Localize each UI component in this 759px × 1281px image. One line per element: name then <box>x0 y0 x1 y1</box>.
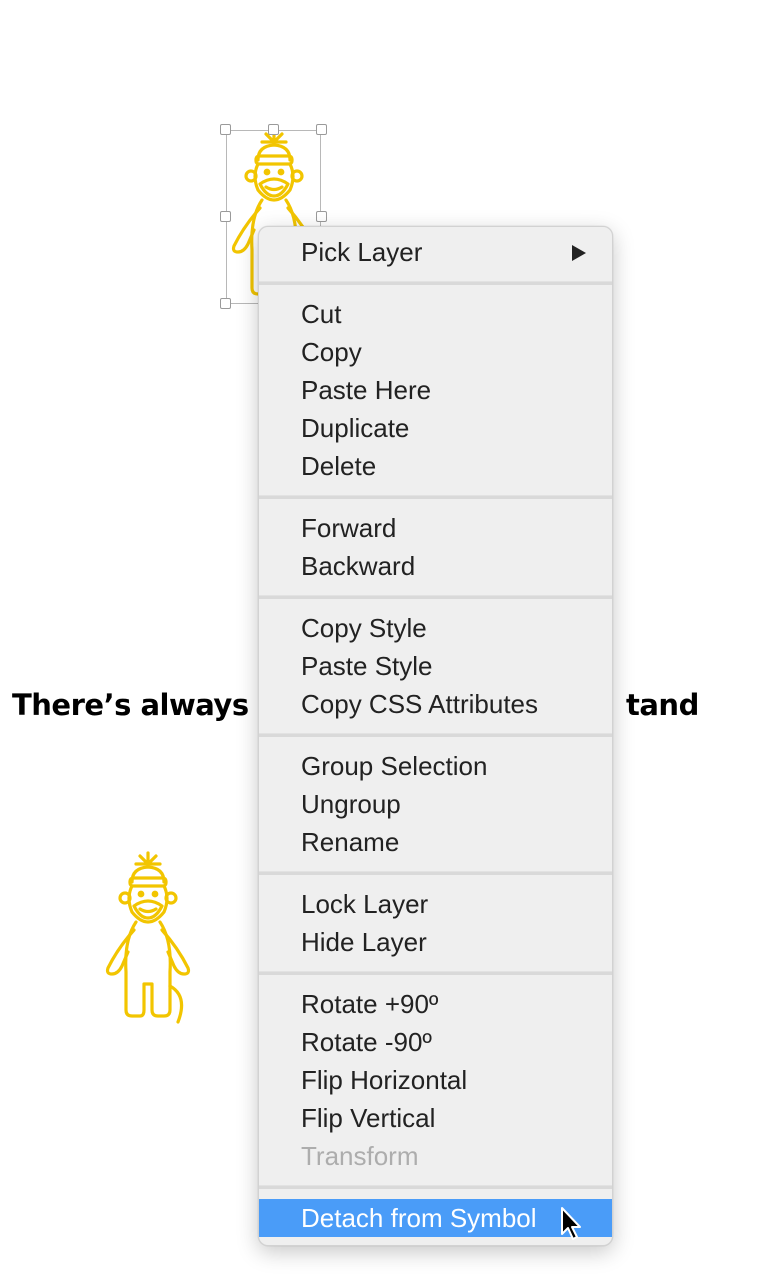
menu-item-backward[interactable]: Backward <box>259 547 612 585</box>
menu-item-group-selection[interactable]: Group Selection <box>259 747 612 785</box>
menu-item-label: Lock Layer <box>301 889 429 919</box>
menu-separator <box>259 495 612 499</box>
menu-item-label: Cut <box>301 299 342 329</box>
menu-separator <box>259 281 612 285</box>
menu-item-label: Ungroup <box>301 789 401 819</box>
menu-item-label: Rotate -90º <box>301 1027 432 1057</box>
menu-item-label: Copy Style <box>301 613 427 643</box>
menu-item-delete[interactable]: Delete <box>259 447 612 485</box>
menu-item-pick-layer[interactable]: Pick Layer <box>259 233 612 271</box>
resize-handle-bottom-left[interactable] <box>220 298 231 309</box>
menu-item-transform: Transform <box>259 1137 612 1175</box>
menu-item-label: Paste Style <box>301 651 433 681</box>
sock-monkey-icon[interactable] <box>96 850 200 1030</box>
resize-handle-top-right[interactable] <box>316 124 327 135</box>
menu-item-paste-here[interactable]: Paste Here <box>259 371 612 409</box>
mouse-pointer-icon <box>561 1207 581 1240</box>
menu-item-label: Duplicate <box>301 413 410 443</box>
context-menu: Pick Layer Cut Copy Paste Here Duplicate Dele… <box>258 226 613 1246</box>
menu-item-label: Rotate +90º <box>301 989 439 1019</box>
menu-separator <box>259 595 612 599</box>
submenu-arrow-icon <box>572 245 586 261</box>
menu-item-label: Group Selection <box>301 751 488 781</box>
menu-item-rename[interactable]: Rename <box>259 823 612 861</box>
menu-item-forward[interactable]: Forward <box>259 509 612 547</box>
resize-handle-top-left[interactable] <box>220 124 231 135</box>
menu-item-copy-css-attributes[interactable]: Copy CSS Attributes <box>259 685 612 723</box>
menu-item-label: Flip Horizontal <box>301 1065 468 1095</box>
canvas-text-right: tand <box>626 688 699 722</box>
menu-item-hide-layer[interactable]: Hide Layer <box>259 923 612 961</box>
menu-item-label: Rename <box>301 827 400 857</box>
menu-item-ungroup[interactable]: Ungroup <box>259 785 612 823</box>
canvas-text-layer[interactable]: There’s always r tand <box>12 688 699 722</box>
menu-item-label: Copy CSS Attributes <box>301 689 538 719</box>
menu-item-cut[interactable]: Cut <box>259 295 612 333</box>
menu-item-label: Paste Here <box>301 375 432 405</box>
menu-separator <box>259 733 612 737</box>
menu-item-label: Flip Vertical <box>301 1103 436 1133</box>
menu-separator <box>259 1185 612 1189</box>
menu-item-label: Delete <box>301 451 377 481</box>
menu-separator <box>259 871 612 875</box>
resize-handle-top-center[interactable] <box>268 124 279 135</box>
menu-item-label: Hide Layer <box>301 927 427 957</box>
menu-item-rotate-90[interactable]: Rotate -90º <box>259 1023 612 1061</box>
resize-handle-middle-right[interactable] <box>316 211 327 222</box>
menu-item-label: Detach from Symbol <box>301 1203 537 1233</box>
canvas-text-left: There’s always r <box>12 688 272 722</box>
menu-item-duplicate[interactable]: Duplicate <box>259 409 612 447</box>
menu-item-label: Copy <box>301 337 362 367</box>
menu-item-label: Forward <box>301 513 397 543</box>
menu-item-label: Backward <box>301 551 416 581</box>
resize-handle-middle-left[interactable] <box>220 211 231 222</box>
menu-item-paste-style[interactable]: Paste Style <box>259 647 612 685</box>
menu-separator <box>259 971 612 975</box>
menu-item-label: Pick Layer <box>301 237 423 267</box>
menu-item-copy-style[interactable]: Copy Style <box>259 609 612 647</box>
menu-item-label: Transform <box>301 1141 419 1171</box>
menu-item-flip-horizontal[interactable]: Flip Horizontal <box>259 1061 612 1099</box>
menu-item-copy[interactable]: Copy <box>259 333 612 371</box>
menu-item-lock-layer[interactable]: Lock Layer <box>259 885 612 923</box>
menu-item-rotate-90[interactable]: Rotate +90º <box>259 985 612 1023</box>
menu-item-flip-vertical[interactable]: Flip Vertical <box>259 1099 612 1137</box>
